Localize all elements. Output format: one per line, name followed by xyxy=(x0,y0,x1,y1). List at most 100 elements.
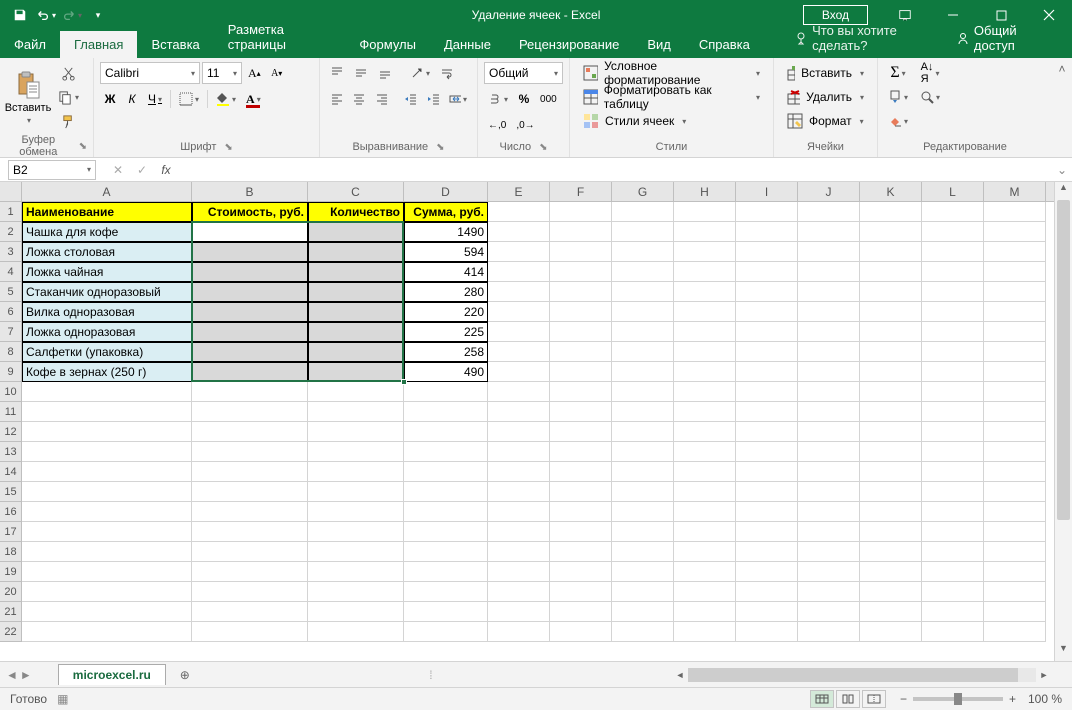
cell[interactable] xyxy=(736,422,798,442)
format-painter-icon[interactable] xyxy=(54,110,83,132)
cell[interactable] xyxy=(404,482,488,502)
cell[interactable] xyxy=(612,582,674,602)
tab-разметка страницы[interactable]: Разметка страницы xyxy=(214,16,346,58)
zoom-out-icon[interactable]: − xyxy=(900,692,907,706)
cell[interactable] xyxy=(550,362,612,382)
cell[interactable] xyxy=(308,442,404,462)
cell[interactable]: Наименование xyxy=(22,202,192,222)
cell[interactable] xyxy=(860,342,922,362)
cell[interactable] xyxy=(922,322,984,342)
cell[interactable] xyxy=(488,522,550,542)
cell[interactable] xyxy=(192,502,308,522)
align-left-icon[interactable] xyxy=(326,88,346,110)
cell[interactable]: Вилка одноразовая xyxy=(22,302,192,322)
cell[interactable] xyxy=(798,562,860,582)
vertical-scrollbar[interactable]: ▲ ▼ xyxy=(1054,182,1072,661)
row-header[interactable]: 19 xyxy=(0,562,22,582)
sheet-tab[interactable]: microexcel.ru xyxy=(58,664,166,685)
cell[interactable] xyxy=(550,422,612,442)
cell[interactable]: 1490 xyxy=(404,222,488,242)
cell[interactable] xyxy=(674,202,736,222)
page-break-view-icon[interactable] xyxy=(862,690,886,708)
cell[interactable] xyxy=(550,522,612,542)
cell[interactable]: Ложка одноразовая xyxy=(22,322,192,342)
font-size-select[interactable]: 11▾ xyxy=(202,62,242,84)
normal-view-icon[interactable] xyxy=(810,690,834,708)
increase-font-icon[interactable]: A▴ xyxy=(244,62,265,84)
cell[interactable] xyxy=(798,502,860,522)
row-header[interactable]: 6 xyxy=(0,302,22,322)
row-header[interactable]: 9 xyxy=(0,362,22,382)
cell[interactable] xyxy=(22,522,192,542)
cell[interactable]: 280 xyxy=(404,282,488,302)
cell[interactable] xyxy=(798,602,860,622)
cell[interactable] xyxy=(550,562,612,582)
cell[interactable] xyxy=(488,382,550,402)
cell[interactable] xyxy=(736,262,798,282)
autosum-icon[interactable]: Σ▾ xyxy=(884,62,912,84)
cell[interactable] xyxy=(736,462,798,482)
cell[interactable] xyxy=(192,262,308,282)
cell[interactable] xyxy=(984,382,1046,402)
cell[interactable] xyxy=(674,542,736,562)
cell[interactable] xyxy=(922,422,984,442)
wrap-text-icon[interactable] xyxy=(436,62,458,84)
cell[interactable] xyxy=(736,582,798,602)
cell[interactable] xyxy=(488,402,550,422)
align-center-icon[interactable] xyxy=(348,88,368,110)
cell[interactable] xyxy=(984,522,1046,542)
cell[interactable] xyxy=(798,582,860,602)
cell[interactable] xyxy=(674,222,736,242)
cell[interactable] xyxy=(308,562,404,582)
row-header[interactable]: 11 xyxy=(0,402,22,422)
tab-вид[interactable]: Вид xyxy=(633,31,685,58)
currency-icon[interactable]: ▾ xyxy=(484,88,512,110)
enter-formula-icon[interactable]: ✓ xyxy=(130,160,154,180)
cell[interactable] xyxy=(798,282,860,302)
sort-filter-icon[interactable]: А↓Я▾ xyxy=(916,62,944,84)
cell[interactable] xyxy=(674,502,736,522)
cell[interactable] xyxy=(922,562,984,582)
cell[interactable] xyxy=(674,602,736,622)
cell[interactable]: Чашка для кофе xyxy=(22,222,192,242)
copy-icon[interactable]: ▾ xyxy=(54,86,83,108)
row-header[interactable]: 20 xyxy=(0,582,22,602)
scroll-right-icon[interactable]: ► xyxy=(1036,670,1052,680)
cell[interactable] xyxy=(984,582,1046,602)
cell[interactable] xyxy=(488,362,550,382)
cell[interactable] xyxy=(674,302,736,322)
cell[interactable] xyxy=(192,622,308,642)
cell[interactable] xyxy=(550,482,612,502)
row-header[interactable]: 13 xyxy=(0,442,22,462)
cell[interactable] xyxy=(192,322,308,342)
cell[interactable] xyxy=(192,602,308,622)
cell[interactable] xyxy=(922,262,984,282)
font-name-select[interactable]: Calibri▾ xyxy=(100,62,200,84)
cell[interactable] xyxy=(798,242,860,262)
tab-вставка[interactable]: Вставка xyxy=(137,31,213,58)
cell[interactable] xyxy=(984,402,1046,422)
cell[interactable] xyxy=(922,282,984,302)
cell[interactable] xyxy=(612,282,674,302)
cell[interactable] xyxy=(860,262,922,282)
cell[interactable] xyxy=(860,462,922,482)
align-middle-icon[interactable] xyxy=(350,62,372,84)
row-header[interactable]: 2 xyxy=(0,222,22,242)
clear-icon[interactable]: ▾ xyxy=(884,110,912,132)
cell[interactable] xyxy=(488,422,550,442)
cell[interactable] xyxy=(550,282,612,302)
cell[interactable] xyxy=(488,282,550,302)
cell[interactable] xyxy=(550,322,612,342)
percent-icon[interactable]: % xyxy=(514,88,534,110)
cell[interactable] xyxy=(22,422,192,442)
cell[interactable] xyxy=(192,542,308,562)
cell[interactable] xyxy=(736,522,798,542)
cell[interactable] xyxy=(922,482,984,502)
cell[interactable] xyxy=(612,442,674,462)
row-header[interactable]: 10 xyxy=(0,382,22,402)
save-icon[interactable] xyxy=(8,3,32,27)
cell[interactable] xyxy=(550,622,612,642)
cell[interactable] xyxy=(488,262,550,282)
cell[interactable] xyxy=(488,622,550,642)
borders-icon[interactable]: ▾ xyxy=(175,88,203,110)
